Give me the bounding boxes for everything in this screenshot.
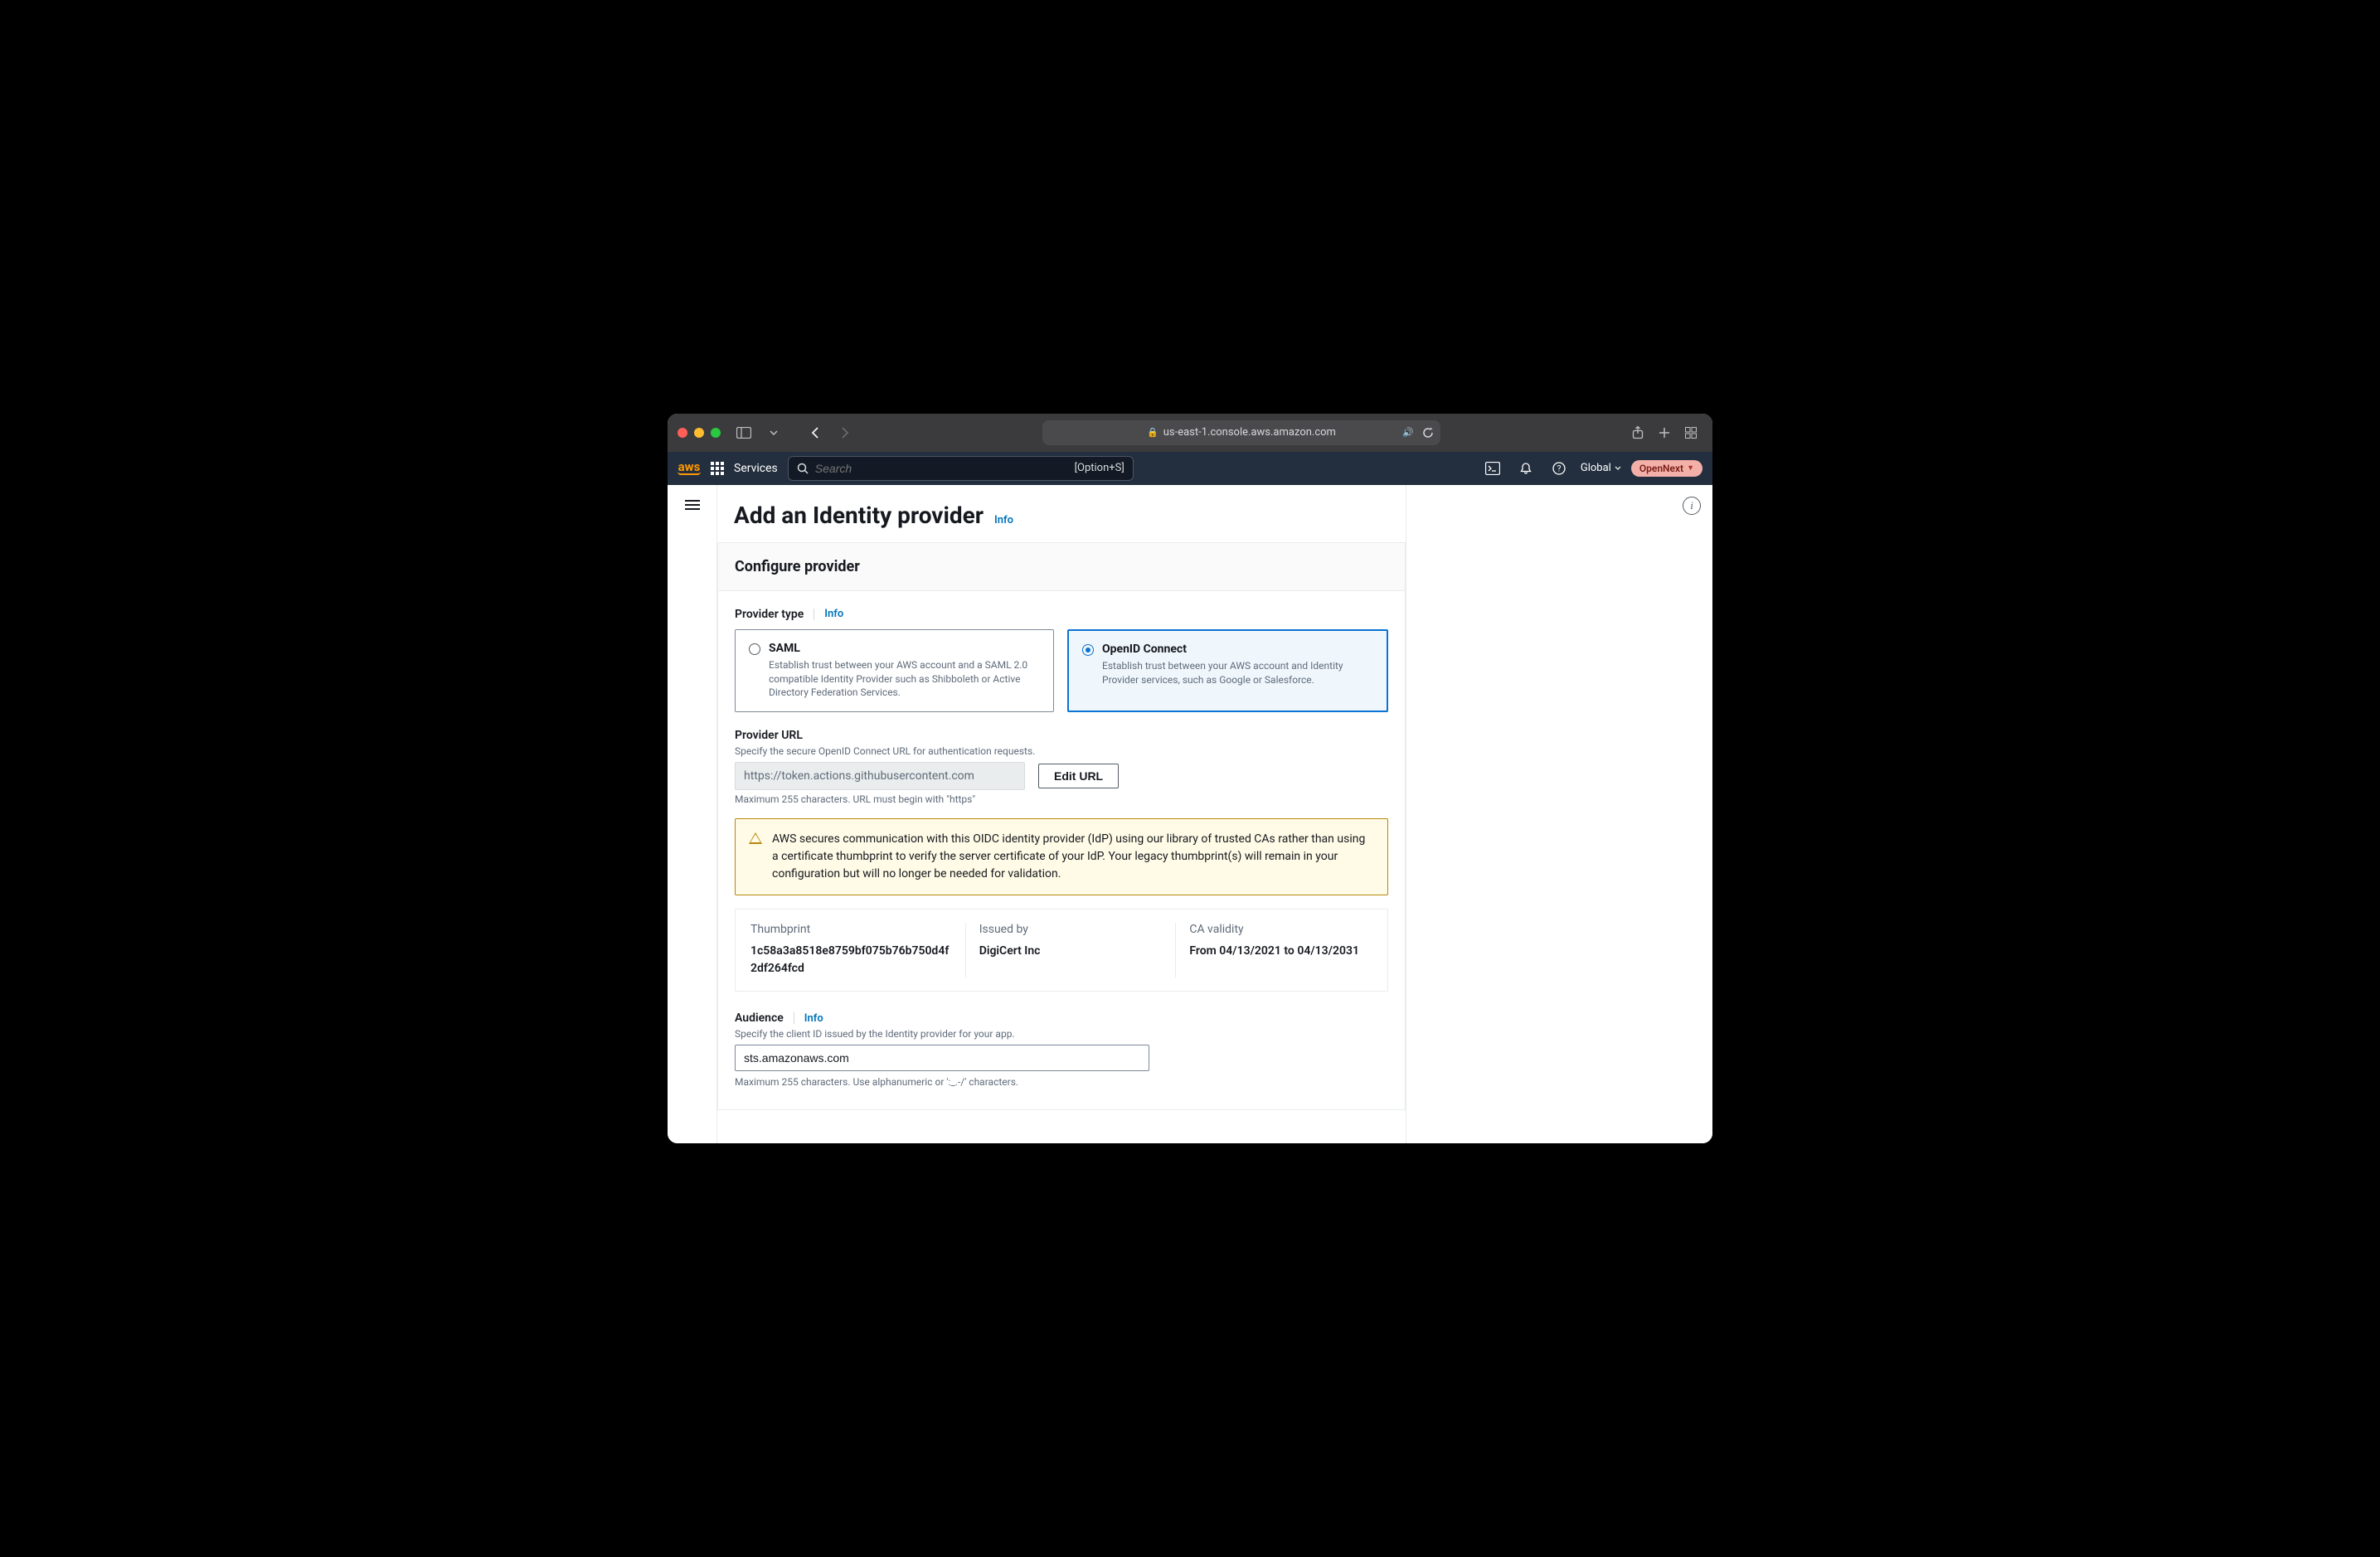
page-title: Add an Identity provider Info xyxy=(717,502,1406,542)
panel-title: Configure provider xyxy=(735,558,1388,575)
svg-text:?: ? xyxy=(1557,464,1562,473)
lock-icon: 🔒 xyxy=(1147,427,1158,438)
provider-url-input: https://token.actions.githubusercontent.… xyxy=(735,762,1025,790)
menu-toggle-icon[interactable] xyxy=(685,500,700,1143)
provider-type-openid[interactable]: OpenID Connect Establish trust between y… xyxy=(1067,629,1388,712)
search-shortcut-hint: [Option+S] xyxy=(1075,462,1124,474)
audience-info-link[interactable]: Info xyxy=(804,1012,823,1025)
radio-title: SAML xyxy=(769,642,1040,655)
main-content: Add an Identity provider Info Configure … xyxy=(717,485,1406,1143)
provider-type-info-link[interactable]: Info xyxy=(824,608,843,620)
audience-constraint: Maximum 255 characters. Use alphanumeric… xyxy=(735,1076,1388,1088)
help-icon[interactable]: ? xyxy=(1547,457,1571,480)
radio-icon xyxy=(1082,644,1094,656)
aws-top-nav: aws Services [Option+S] ? Global OpenNex… xyxy=(668,452,1712,485)
search-input[interactable] xyxy=(815,462,1068,475)
aws-logo[interactable]: aws xyxy=(678,461,701,475)
browser-titlebar: 🔒 us-east-1.console.aws.amazon.com 🔊 xyxy=(668,414,1712,452)
right-rail: i xyxy=(1406,485,1712,1143)
audience-input[interactable] xyxy=(735,1045,1149,1071)
oidc-warning-alert: AWS secures communication with this OIDC… xyxy=(735,818,1388,895)
certificate-details: Thumbprint 1c58a3a8518e8759bf075b76b750d… xyxy=(735,909,1388,992)
provider-type-label: Provider type Info xyxy=(735,608,1388,621)
nav-back-button[interactable] xyxy=(804,421,827,444)
provider-type-saml[interactable]: SAML Establish trust between your AWS ac… xyxy=(735,629,1054,712)
region-selector[interactable]: Global xyxy=(1581,462,1621,474)
validity-value: From 04/13/2021 to 04/13/2031 xyxy=(1189,943,1372,960)
search-icon xyxy=(797,463,809,474)
validity-label: CA validity xyxy=(1189,923,1372,936)
edit-url-button[interactable]: Edit URL xyxy=(1038,764,1119,788)
page-info-link[interactable]: Info xyxy=(994,514,1013,526)
browser-window: 🔒 us-east-1.console.aws.amazon.com 🔊 xyxy=(668,414,1712,1143)
radio-description: Establish trust between your AWS account… xyxy=(769,658,1040,700)
tabs-overview-icon[interactable] xyxy=(1679,421,1702,444)
side-gutter xyxy=(668,485,717,1143)
services-grid-icon[interactable] xyxy=(711,462,724,475)
global-search[interactable]: [Option+S] xyxy=(788,456,1134,481)
window-controls xyxy=(678,428,721,438)
audience-hint: Specify the client ID issued by the Iden… xyxy=(735,1028,1388,1040)
fullscreen-window-button[interactable] xyxy=(711,428,721,438)
chevron-down-icon: ▼ xyxy=(1687,463,1694,473)
provider-url-hint: Specify the secure OpenID Connect URL fo… xyxy=(735,745,1388,757)
sidebar-toggle-icon[interactable] xyxy=(732,421,755,444)
audio-icon[interactable]: 🔊 xyxy=(1402,427,1414,438)
issued-by-label: Issued by xyxy=(979,923,1163,936)
provider-url-constraint: Maximum 255 characters. URL must begin w… xyxy=(735,793,1388,805)
audience-label: Audience Info xyxy=(735,1011,1388,1025)
account-label: OpenNext xyxy=(1639,463,1683,474)
region-label: Global xyxy=(1581,462,1611,474)
configure-provider-panel: Configure provider Provider type Info xyxy=(717,542,1406,1110)
panel-header: Configure provider xyxy=(718,543,1405,591)
minimize-window-button[interactable] xyxy=(694,428,704,438)
radio-icon xyxy=(749,643,760,655)
thumbprint-label: Thumbprint xyxy=(750,923,952,936)
reload-icon[interactable] xyxy=(1422,427,1434,439)
alert-text: AWS secures communication with this OIDC… xyxy=(772,831,1374,883)
tab-group-chevron-icon[interactable] xyxy=(762,421,785,444)
account-chip[interactable]: OpenNext ▼ xyxy=(1631,460,1702,477)
thumbprint-value: 1c58a3a8518e8759bf075b76b750d4f2df264fcd xyxy=(750,943,952,977)
close-window-button[interactable] xyxy=(678,428,687,438)
share-icon[interactable] xyxy=(1626,421,1649,444)
url-text: us-east-1.console.aws.amazon.com xyxy=(1163,426,1336,439)
chevron-down-icon xyxy=(1615,466,1621,470)
info-panel-toggle[interactable]: i xyxy=(1683,497,1701,515)
nav-forward-button[interactable] xyxy=(833,421,857,444)
services-link[interactable]: Services xyxy=(734,462,778,475)
address-bar[interactable]: 🔒 us-east-1.console.aws.amazon.com 🔊 xyxy=(1042,420,1440,445)
radio-title: OpenID Connect xyxy=(1102,643,1373,656)
new-tab-icon[interactable] xyxy=(1653,421,1676,444)
notifications-icon[interactable] xyxy=(1514,457,1537,480)
radio-description: Establish trust between your AWS account… xyxy=(1102,659,1373,687)
cloudshell-icon[interactable] xyxy=(1481,457,1504,480)
provider-url-label: Provider URL xyxy=(735,729,1388,742)
warning-icon xyxy=(749,832,762,844)
issued-by-value: DigiCert Inc xyxy=(979,943,1163,960)
